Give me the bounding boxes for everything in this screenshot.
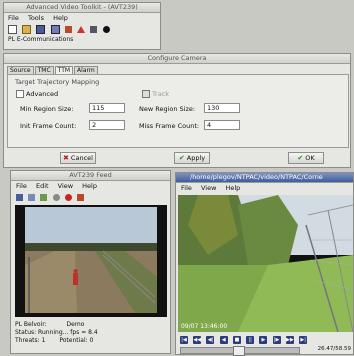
player-video[interactable]: 09/07 13:46:00 bbox=[178, 195, 353, 332]
camera-icon[interactable] bbox=[90, 26, 98, 33]
feed-status: PL Belvoir: Demo Status: Running... fps … bbox=[15, 321, 167, 345]
play-back-icon[interactable]: ◀ bbox=[219, 336, 228, 344]
min-region-input[interactable]: 115 bbox=[89, 103, 125, 113]
potential-label: Potential: 0 bbox=[59, 337, 94, 344]
toolkit-titlebar[interactable]: Advanced Video Toolkit - (AVT239) bbox=[4, 3, 160, 13]
player-titlebar[interactable]: /home/plegov/NTPAC/video/NTPAC/Corne bbox=[176, 173, 353, 183]
new-region-label: New Region Size: bbox=[139, 105, 196, 113]
record-icon[interactable] bbox=[102, 26, 110, 33]
save-icon[interactable] bbox=[36, 25, 46, 34]
pause-icon[interactable]: || bbox=[246, 336, 255, 344]
toolkit-menubar: File Tools Help bbox=[4, 13, 160, 24]
player-menubar: File View Help bbox=[176, 183, 353, 194]
feed-menu-file[interactable]: File bbox=[16, 182, 27, 190]
new-file-icon[interactable] bbox=[8, 25, 17, 34]
settings-icon[interactable] bbox=[52, 193, 60, 201]
feed-menu-help[interactable]: Help bbox=[82, 182, 97, 190]
feed-video[interactable] bbox=[15, 205, 167, 317]
feed-status-line-1: PL Belvoir: Demo bbox=[15, 321, 167, 329]
open-folder-icon[interactable] bbox=[22, 25, 32, 34]
track-checkbox-label: Track bbox=[152, 90, 170, 98]
home-icon[interactable] bbox=[64, 26, 72, 33]
advanced-checkbox-label: Advanced bbox=[26, 90, 59, 98]
ttm-panel: Target Trajectory Mapping Advanced Track… bbox=[7, 74, 349, 148]
feed-titlebar[interactable]: AVT239 Feed bbox=[11, 171, 170, 181]
menu-tools[interactable]: Tools bbox=[28, 14, 44, 22]
step-forward-icon[interactable]: |▶ bbox=[272, 336, 281, 344]
player-menu-view[interactable]: View bbox=[201, 184, 216, 192]
menu-file[interactable]: File bbox=[8, 14, 19, 22]
feed-status-line-3: Threats: 1 Potential: 0 bbox=[15, 337, 167, 345]
init-frame-label: Init Frame Count: bbox=[20, 122, 77, 130]
feed-menu-edit[interactable]: Edit bbox=[36, 182, 49, 190]
track-checkbox-box[interactable] bbox=[142, 90, 150, 98]
stop-icon[interactable] bbox=[64, 193, 72, 201]
track-checkbox[interactable]: Track bbox=[142, 90, 169, 98]
toolkit-window: Advanced Video Toolkit - (AVT239) File T… bbox=[3, 2, 161, 50]
skip-start-icon[interactable]: |◀ bbox=[180, 336, 188, 344]
cancel-button[interactable]: ✖ Cancel bbox=[60, 152, 96, 164]
player-menu-file[interactable]: File bbox=[181, 184, 192, 192]
configure-camera-dialog: Configure Camera Source TMC TTM Alarm Targe… bbox=[3, 53, 351, 168]
skip-end-icon[interactable]: ▶| bbox=[299, 336, 308, 344]
save-icon[interactable] bbox=[16, 193, 23, 201]
rewind-icon[interactable]: ◀◀ bbox=[193, 336, 202, 344]
home-icon[interactable] bbox=[77, 193, 85, 201]
edit-icon[interactable] bbox=[40, 193, 48, 201]
timecode: 26.47/58.59 bbox=[317, 346, 351, 352]
play-icon[interactable]: ▶ bbox=[259, 336, 268, 344]
player-controls: |◀ ◀◀ ◀| ◀ ■ || ▶ |▶ ▶▶ ▶| bbox=[180, 335, 310, 344]
step-back-icon[interactable]: ◀| bbox=[206, 336, 215, 344]
feed-toolbar bbox=[11, 192, 170, 204]
miss-frame-input[interactable]: 4 bbox=[204, 120, 240, 130]
toolkit-toolbar bbox=[4, 24, 160, 36]
advanced-checkbox[interactable]: Advanced bbox=[16, 90, 58, 98]
cancel-icon: ✖ bbox=[63, 154, 69, 162]
cancel-button-label: Cancel bbox=[70, 154, 93, 162]
ok-icon: ✔ bbox=[297, 154, 304, 162]
menu-help[interactable]: Help bbox=[53, 14, 68, 22]
feed-menu-view[interactable]: View bbox=[58, 182, 73, 190]
site-label: PL Belvoir: bbox=[15, 321, 47, 328]
feed-scene bbox=[25, 207, 157, 313]
miss-frame-label: Miss Frame Count: bbox=[139, 122, 200, 130]
threats-label: Threats: 1 bbox=[15, 337, 46, 344]
camera-titlebar[interactable]: Configure Camera bbox=[4, 54, 350, 64]
player-window: /home/plegov/NTPAC/video/NTPAC/Corne Fil… bbox=[175, 172, 354, 356]
apply-button-label: Apply bbox=[186, 154, 206, 162]
player-scene bbox=[178, 195, 353, 332]
video-timestamp: 09/07 13:46:00 bbox=[181, 323, 228, 330]
player-menu-help[interactable]: Help bbox=[225, 184, 240, 192]
ok-button-label: OK bbox=[305, 154, 315, 162]
new-region-input[interactable]: 130 bbox=[204, 103, 240, 113]
feed-status-line-2: Status: Running... fps = 8.4 bbox=[15, 329, 98, 336]
stop-icon[interactable]: ■ bbox=[232, 336, 241, 344]
ok-button[interactable]: ✔ OK bbox=[288, 152, 324, 164]
company-label: PL E-Communications bbox=[8, 36, 74, 43]
feed-menubar: File Edit View Help bbox=[11, 181, 170, 192]
save-as-icon[interactable] bbox=[50, 25, 60, 34]
alert-icon[interactable] bbox=[77, 26, 86, 33]
apply-icon: ✔ bbox=[178, 154, 185, 162]
site-value: Demo bbox=[66, 321, 85, 328]
init-frame-input[interactable]: 2 bbox=[89, 120, 125, 130]
fast-forward-icon[interactable]: ▶▶ bbox=[285, 336, 294, 344]
section-title: Target Trajectory Mapping bbox=[15, 78, 100, 86]
feed-window: AVT239 Feed File Edit View Help PL Belvo… bbox=[10, 170, 171, 354]
min-region-label: Min Region Size: bbox=[20, 105, 74, 113]
apply-button[interactable]: ✔ Apply bbox=[174, 152, 210, 164]
advanced-checkbox-box[interactable] bbox=[16, 90, 24, 98]
open-icon[interactable] bbox=[28, 193, 36, 201]
seek-bar[interactable] bbox=[180, 346, 300, 356]
